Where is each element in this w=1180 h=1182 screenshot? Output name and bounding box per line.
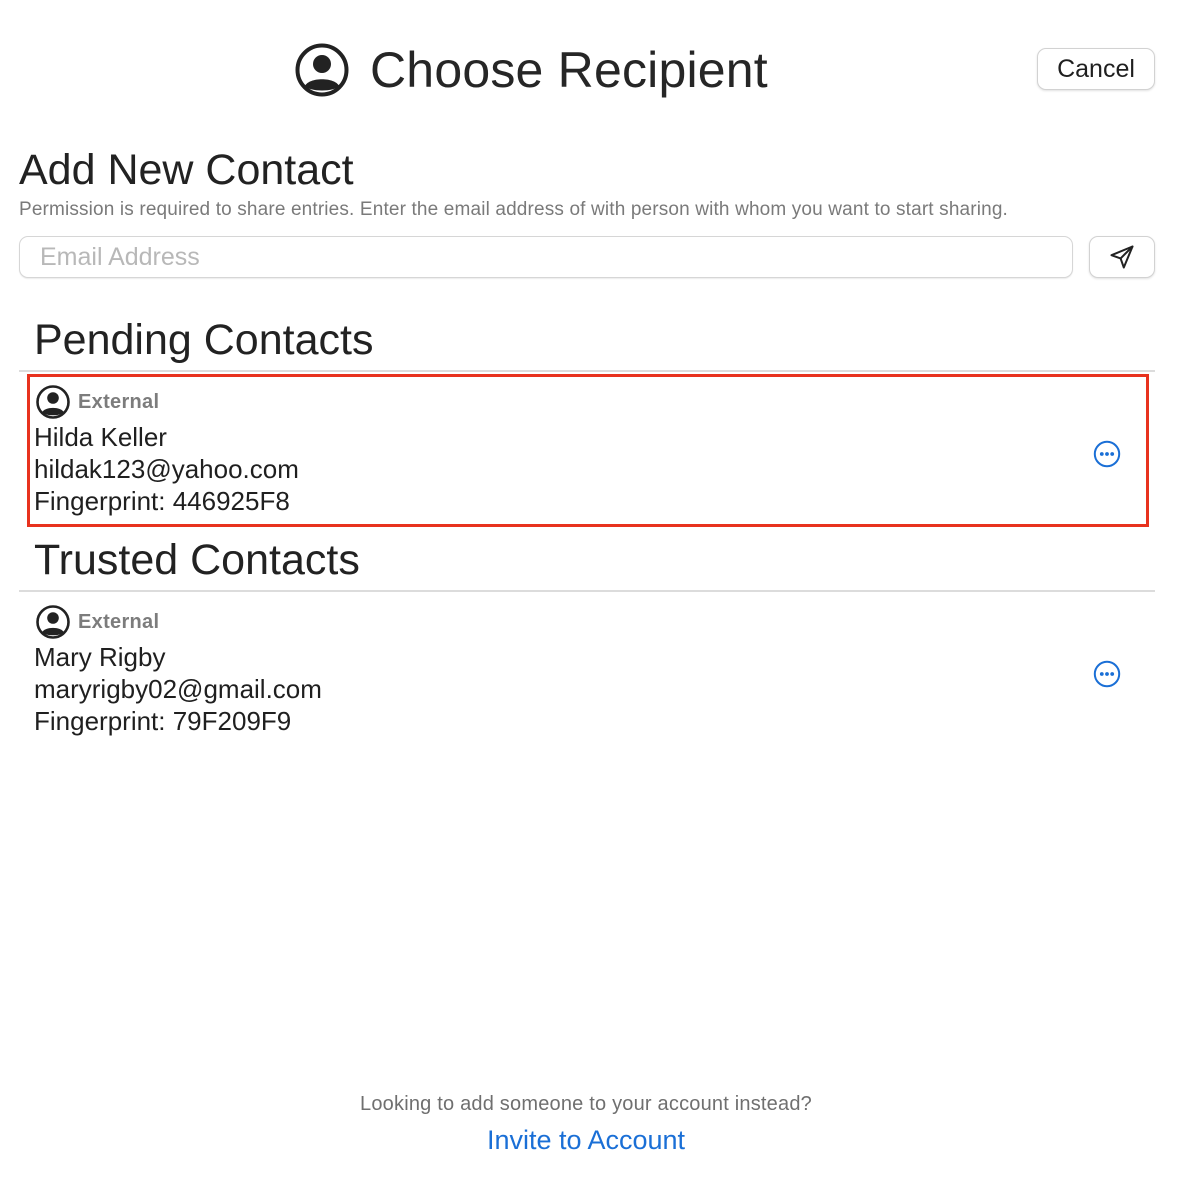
cancel-button[interactable]: Cancel [1037, 48, 1155, 90]
contact-name: Hilda Keller [34, 422, 167, 452]
contact-type-label: External [78, 610, 160, 633]
person-circle-icon [36, 385, 70, 419]
email-address-input[interactable] [19, 236, 1073, 278]
pending-contacts-heading: Pending Contacts [34, 316, 374, 364]
dialog-header: Choose Recipient [294, 40, 768, 100]
contact-name: Mary Rigby [34, 642, 166, 672]
person-circle-icon [295, 43, 349, 97]
add-contact-heading: Add New Contact [19, 146, 354, 194]
person-circle-icon [36, 605, 70, 639]
more-options-icon[interactable] [1092, 439, 1122, 469]
section-divider [19, 590, 1155, 592]
contact-fingerprint: Fingerprint: 446925F8 [34, 486, 290, 516]
contact-email: maryrigby02@gmail.com [34, 674, 322, 704]
more-options-icon[interactable] [1092, 659, 1122, 689]
trusted-contact-item[interactable]: External Mary Rigby maryrigby02@gmail.co… [19, 594, 1155, 744]
add-contact-description: Permission is required to share entries.… [19, 199, 1008, 220]
send-invite-button[interactable] [1089, 236, 1155, 278]
contact-email: hildak123@yahoo.com [34, 454, 299, 484]
contact-type-row: External [35, 604, 159, 640]
contact-type-label: External [78, 390, 160, 413]
pending-contact-item[interactable]: External Hilda Keller hildak123@yahoo.co… [19, 374, 1155, 524]
section-divider [19, 370, 1155, 372]
page-title: Choose Recipient [370, 42, 768, 98]
paper-plane-icon [1110, 245, 1134, 269]
contact-type-row: External [35, 384, 159, 420]
choose-recipient-dialog: Choose Recipient Cancel Add New Contact … [0, 0, 1180, 1182]
invite-prompt-text: Looking to add someone to your account i… [360, 1093, 812, 1115]
trusted-contacts-heading: Trusted Contacts [34, 536, 360, 584]
contact-fingerprint: Fingerprint: 79F209F9 [34, 706, 292, 736]
invite-to-account-link[interactable]: Invite to Account [0, 1125, 1172, 1156]
